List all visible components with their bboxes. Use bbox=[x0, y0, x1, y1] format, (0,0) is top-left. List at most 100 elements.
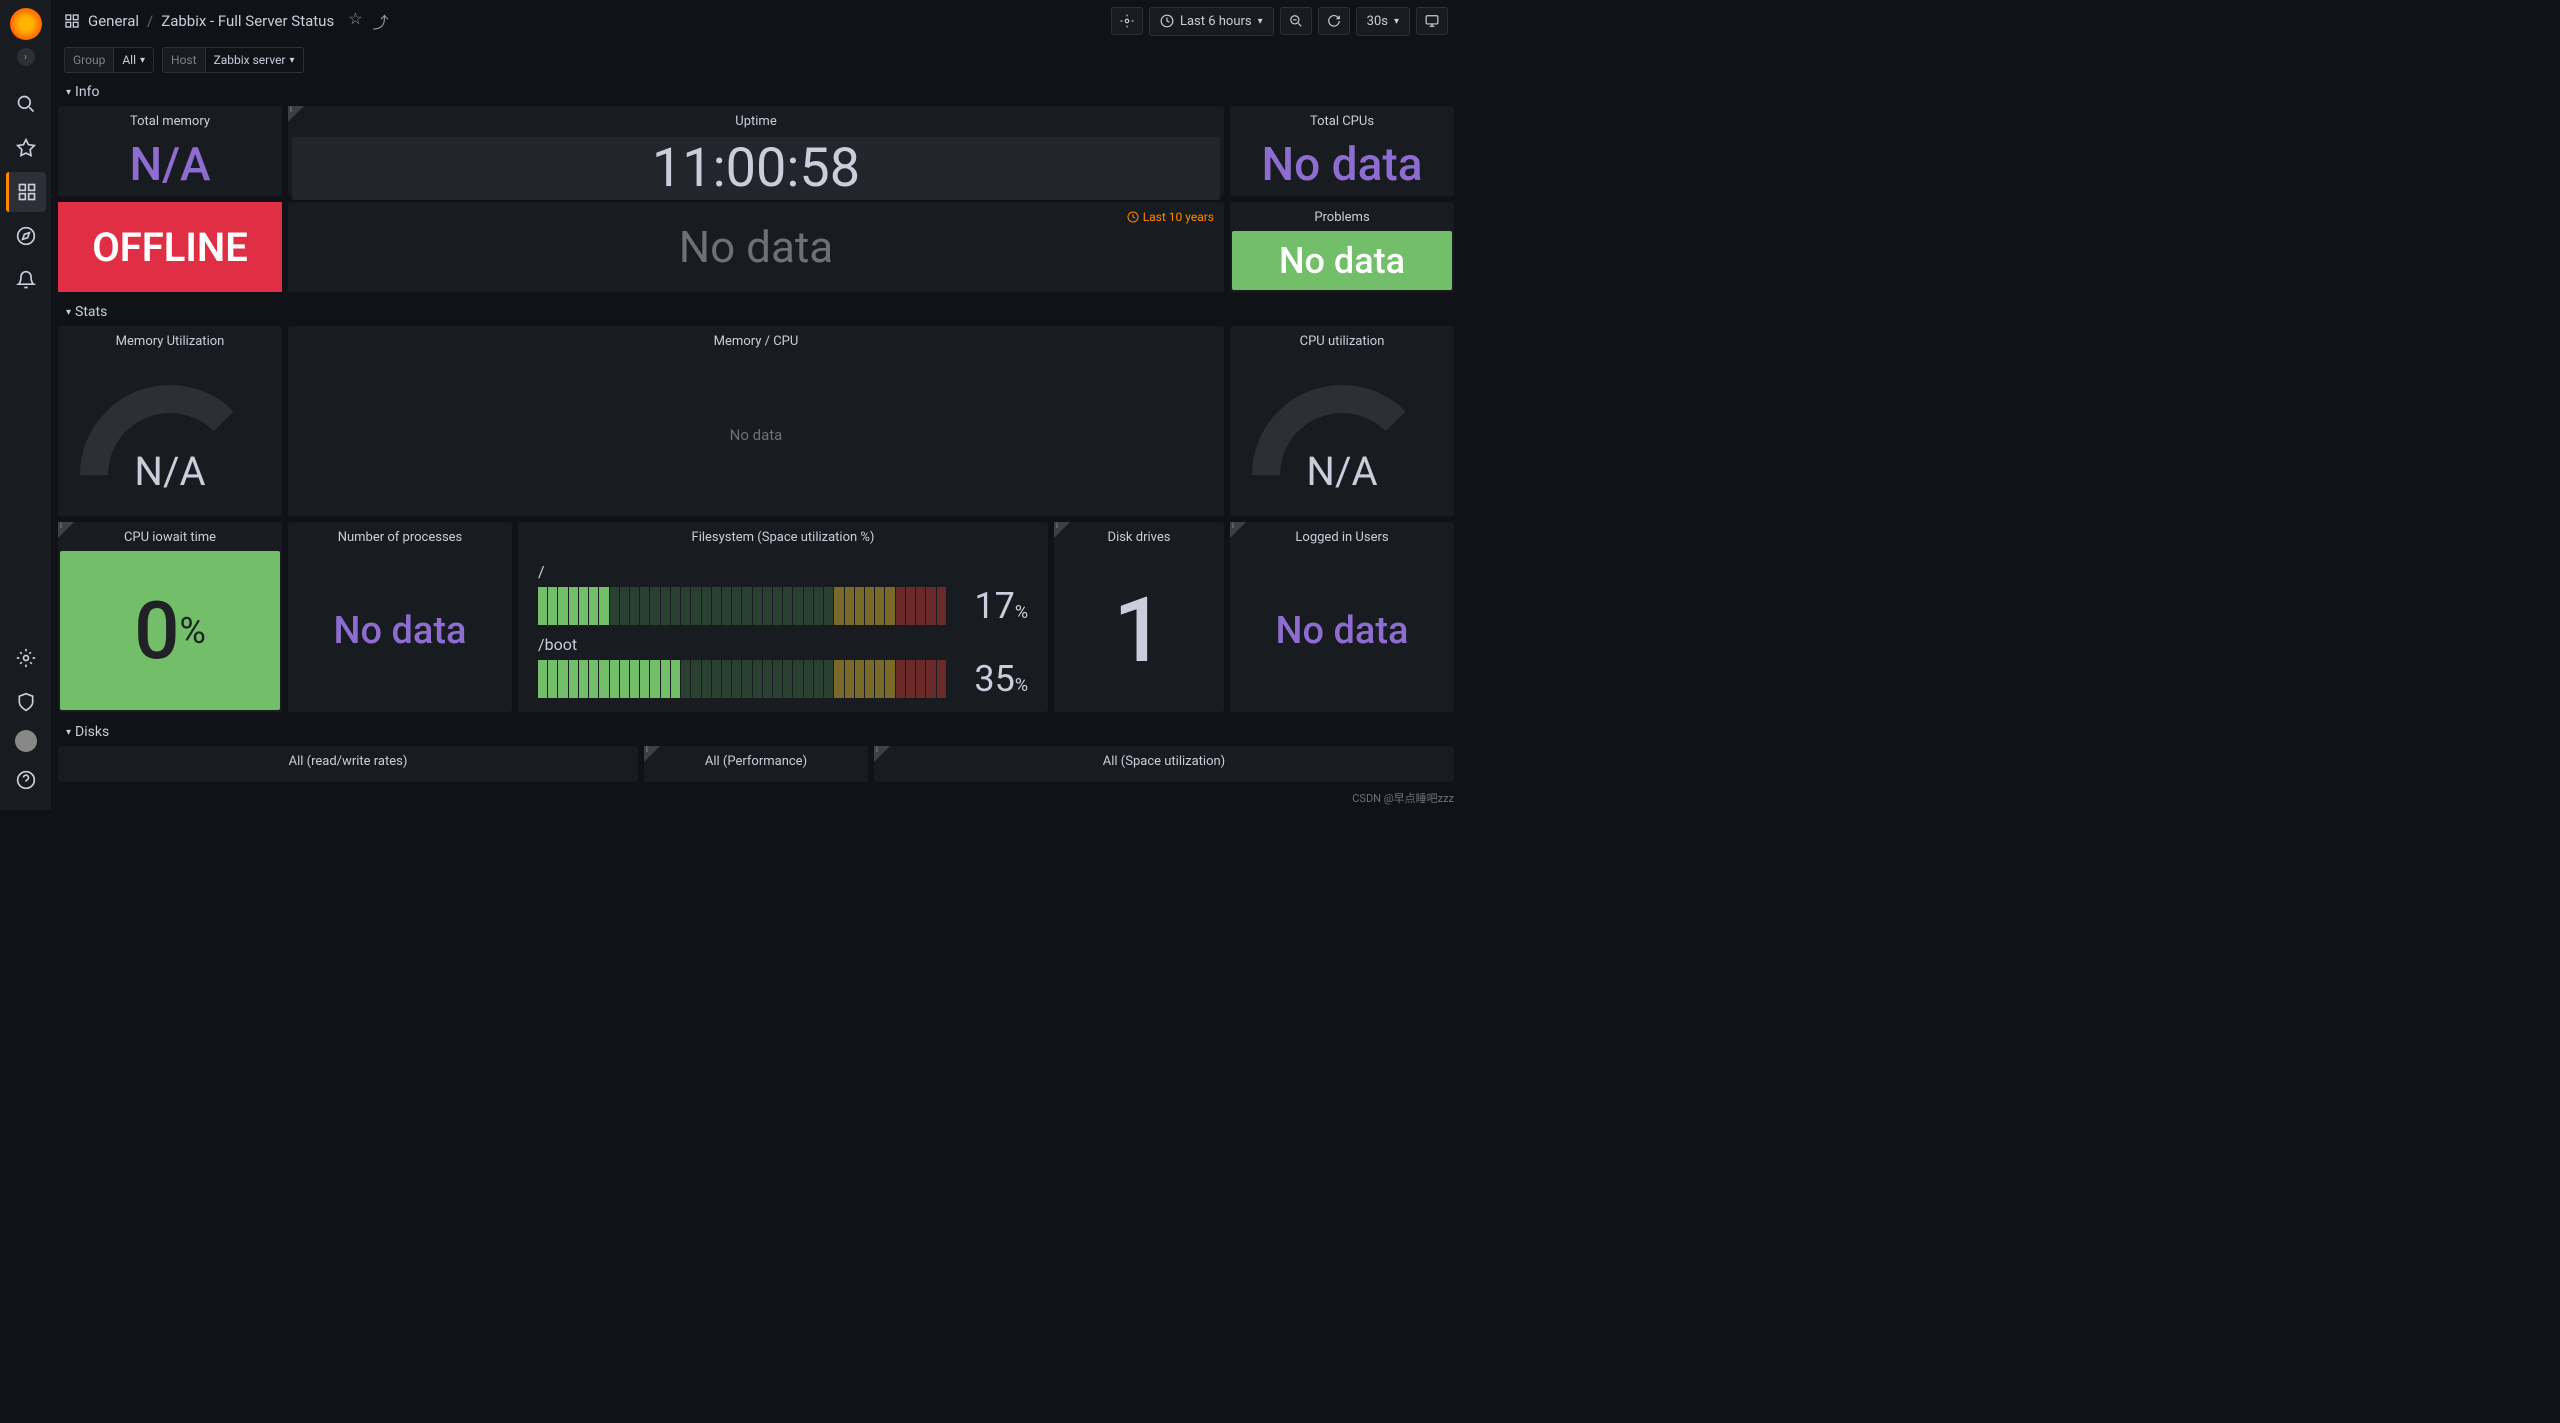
dashboards-icon[interactable] bbox=[6, 172, 46, 212]
breadcrumb: General / Zabbix - Full Server Status bbox=[64, 12, 334, 30]
problems-value: No data bbox=[1279, 240, 1405, 282]
panel-filesystem[interactable]: Filesystem (Space utilization %) /17%/bo… bbox=[518, 522, 1048, 712]
section-toggle-disks[interactable]: ▾Disks bbox=[58, 718, 1454, 746]
info-icon: i bbox=[1232, 521, 1234, 530]
chevron-down-icon: ▾ bbox=[1258, 16, 1263, 27]
mem-util-value: N/A bbox=[134, 448, 205, 495]
variable-bar: Group All▾ Host Zabbix server▾ bbox=[52, 42, 1460, 78]
avatar[interactable] bbox=[15, 730, 37, 752]
num-proc-value: No data bbox=[334, 609, 467, 653]
refresh-interval-button[interactable]: 30s ▾ bbox=[1356, 7, 1410, 36]
panel-title: Number of processes bbox=[288, 522, 512, 549]
panel-title: CPU utilization bbox=[1230, 326, 1454, 353]
sidebar: › bbox=[0, 0, 52, 810]
alerting-icon[interactable] bbox=[6, 260, 46, 300]
monitor-button[interactable] bbox=[1416, 7, 1448, 35]
host-var-select[interactable]: Zabbix server▾ bbox=[206, 47, 304, 73]
watermark: CSDN @早点睡吧zzz bbox=[1352, 790, 1454, 806]
panel-total-memory[interactable]: Total memory N/A bbox=[58, 106, 282, 196]
disk-drives-value: 1 bbox=[1113, 578, 1164, 683]
grafana-logo[interactable] bbox=[10, 8, 42, 40]
info-icon: i bbox=[876, 745, 878, 754]
panel-uptime[interactable]: i Uptime 11:00:58 bbox=[288, 106, 1224, 196]
zoom-out-button[interactable] bbox=[1280, 7, 1312, 35]
group-var-select[interactable]: All▾ bbox=[114, 47, 154, 73]
total-memory-value: N/A bbox=[129, 138, 210, 192]
panel-cpu-utilization[interactable]: CPU utilization N/A bbox=[1230, 326, 1454, 516]
help-icon[interactable] bbox=[6, 760, 46, 800]
fs-row: / 17% bbox=[526, 558, 1040, 631]
shield-icon[interactable] bbox=[6, 682, 46, 722]
clock-icon bbox=[1160, 14, 1174, 28]
panel-title: Disk drives bbox=[1054, 522, 1224, 549]
time-range-label: Last 6 hours bbox=[1180, 14, 1252, 29]
share-button[interactable]: ⤴ bbox=[373, 9, 389, 33]
panel-num-processes[interactable]: Number of processes No data bbox=[288, 522, 512, 712]
main-content: General / Zabbix - Full Server Status ☆ … bbox=[52, 0, 1460, 810]
panel-middle-nodata[interactable]: Last 10 years No data bbox=[288, 202, 1224, 292]
total-cpus-value: No data bbox=[1262, 138, 1423, 192]
fs-row: /boot 35% bbox=[526, 631, 1040, 704]
panel-all-space[interactable]: i All (Space utilization) bbox=[874, 746, 1454, 782]
panel-title: Total CPUs bbox=[1230, 106, 1454, 133]
dashboard-icon bbox=[64, 13, 80, 29]
mem-cpu-value: No data bbox=[730, 426, 783, 444]
gear-icon[interactable] bbox=[6, 638, 46, 678]
expand-sidebar-button[interactable]: › bbox=[17, 48, 35, 66]
explore-icon[interactable] bbox=[6, 216, 46, 256]
panel-cpu-iowait[interactable]: i CPU iowait time 0 % bbox=[58, 522, 282, 712]
time-note: Last 10 years bbox=[1127, 210, 1214, 224]
fs-percent: 35% bbox=[958, 658, 1028, 700]
panel-title: Memory / CPU bbox=[288, 326, 1224, 353]
offline-value: OFFLINE bbox=[58, 202, 282, 292]
panel-total-cpus[interactable]: Total CPUs No data bbox=[1230, 106, 1454, 196]
info-icon: i bbox=[1056, 521, 1058, 530]
time-picker-button[interactable]: Last 6 hours ▾ bbox=[1149, 7, 1274, 36]
panel-title: Logged in Users bbox=[1230, 522, 1454, 549]
panel-title: Filesystem (Space utilization %) bbox=[518, 522, 1048, 549]
panel-memory-utilization[interactable]: Memory Utilization N/A bbox=[58, 326, 282, 516]
section-toggle-stats[interactable]: ▾Stats bbox=[58, 298, 1454, 326]
fs-bar bbox=[538, 660, 946, 698]
refresh-button[interactable] bbox=[1318, 7, 1350, 35]
star-button[interactable]: ☆ bbox=[348, 9, 362, 33]
panel-title: CPU iowait time bbox=[58, 522, 282, 549]
host-var-label: Host bbox=[162, 47, 206, 73]
nodata-value: No data bbox=[679, 221, 833, 273]
chevron-down-icon: ▾ bbox=[1394, 16, 1399, 27]
panel-disk-drives[interactable]: i Disk drives 1 bbox=[1054, 522, 1224, 712]
panel-title: Uptime bbox=[288, 106, 1224, 133]
search-icon[interactable] bbox=[6, 84, 46, 124]
cpu-util-value: N/A bbox=[1306, 448, 1377, 495]
iowait-value: 0 bbox=[134, 584, 179, 678]
panel-title: Memory Utilization bbox=[58, 326, 282, 353]
panel-memory-cpu[interactable]: Memory / CPU No data bbox=[288, 326, 1224, 516]
star-icon[interactable] bbox=[6, 128, 46, 168]
info-icon: i bbox=[60, 521, 62, 530]
fs-mount-label: / bbox=[538, 562, 1028, 581]
topbar: General / Zabbix - Full Server Status ☆ … bbox=[52, 0, 1460, 42]
info-icon: i bbox=[290, 105, 292, 114]
breadcrumb-folder[interactable]: General bbox=[88, 12, 139, 30]
panel-logged-users[interactable]: i Logged in Users No data bbox=[1230, 522, 1454, 712]
panel-title: All (Space utilization) bbox=[874, 746, 1454, 773]
breadcrumb-separator: / bbox=[147, 12, 153, 30]
fs-percent: 17% bbox=[958, 585, 1028, 627]
fs-bar bbox=[538, 587, 946, 625]
uptime-value: 11:00:58 bbox=[292, 137, 1220, 200]
panel-offline-status[interactable]: OFFLINE bbox=[58, 202, 282, 292]
fs-mount-label: /boot bbox=[538, 635, 1028, 654]
iowait-unit: % bbox=[180, 610, 206, 652]
group-var-label: Group bbox=[64, 47, 114, 73]
section-toggle-info[interactable]: ▾Info bbox=[58, 78, 1454, 106]
panel-all-rw[interactable]: All (read/write rates) bbox=[58, 746, 638, 782]
panel-all-perf[interactable]: i All (Performance) bbox=[644, 746, 868, 782]
panel-title: Problems bbox=[1230, 202, 1454, 229]
logged-users-value: No data bbox=[1276, 609, 1409, 653]
settings-button[interactable] bbox=[1111, 7, 1143, 35]
panel-title: All (read/write rates) bbox=[58, 746, 638, 773]
info-icon: i bbox=[646, 745, 648, 754]
panel-problems[interactable]: Problems No data bbox=[1230, 202, 1454, 292]
breadcrumb-dashboard[interactable]: Zabbix - Full Server Status bbox=[161, 12, 334, 30]
panel-title: Total memory bbox=[58, 106, 282, 133]
